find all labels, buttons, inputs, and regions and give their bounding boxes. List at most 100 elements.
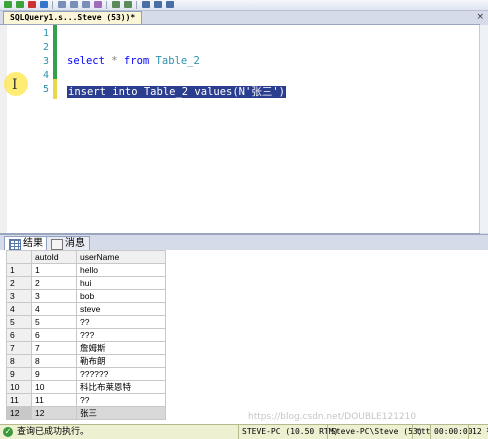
cell-autoid[interactable]: 10 bbox=[31, 380, 77, 394]
results-grid: autoId userName 1 1 hello 2 2 hui 3 3 bob 4 4 steve… bbox=[6, 250, 166, 420]
comment-icon[interactable] bbox=[112, 1, 120, 8]
table-row[interactable]: 10 10 科比布莱恩特 bbox=[6, 380, 166, 394]
tab-sqlquery1[interactable]: SQLQuery1.s...Steve (53))* bbox=[3, 11, 143, 25]
keyword-select: select bbox=[67, 55, 105, 67]
column-header[interactable]: autoId bbox=[31, 250, 77, 264]
ibeam-cursor-icon: I bbox=[12, 77, 18, 93]
cell-username[interactable]: ?????? bbox=[76, 367, 166, 381]
table-row[interactable]: 5 5?? bbox=[6, 315, 166, 329]
cell-username[interactable]: 科比布莱恩特 bbox=[76, 380, 166, 394]
cell-username[interactable]: steve bbox=[76, 302, 166, 316]
cell-username[interactable]: ?? bbox=[76, 315, 166, 329]
cell-autoid[interactable]: 4 bbox=[31, 302, 77, 316]
change-tracking-bar bbox=[53, 25, 57, 79]
table-row[interactable]: 11 11?? bbox=[6, 393, 166, 407]
uncomment-icon[interactable] bbox=[124, 1, 132, 8]
cell-autoid[interactable]: 2 bbox=[31, 276, 77, 290]
cell-autoid[interactable]: 5 bbox=[31, 315, 77, 329]
decrease-indent-icon[interactable] bbox=[142, 1, 150, 8]
row-header[interactable]: 12 bbox=[6, 406, 32, 420]
table-row[interactable]: 1 1 hello bbox=[6, 263, 166, 277]
table-row[interactable]: 8 8 勒布朗 bbox=[6, 354, 166, 368]
cell-autoid[interactable]: 12 bbox=[31, 406, 77, 420]
cell-autoid[interactable]: 3 bbox=[31, 289, 77, 303]
results-to-file-icon[interactable] bbox=[82, 1, 90, 8]
results-to-grid-icon[interactable] bbox=[70, 1, 78, 8]
cell-autoid[interactable]: 9 bbox=[31, 367, 77, 381]
status-time: 00:00:00 bbox=[430, 425, 473, 439]
cell-username[interactable]: hello bbox=[76, 263, 166, 277]
execute-icon[interactable] bbox=[4, 1, 12, 8]
keyword-from: from bbox=[123, 55, 150, 67]
row-header[interactable]: 7 bbox=[6, 341, 32, 355]
tab-results[interactable]: 结果 bbox=[4, 236, 48, 251]
column-header[interactable]: userName bbox=[76, 250, 166, 264]
estimated-plan-icon[interactable] bbox=[94, 1, 102, 8]
cell-username[interactable]: bob bbox=[76, 289, 166, 303]
row-header[interactable]: 4 bbox=[6, 302, 32, 316]
code-line-5[interactable]: insert into Table_2 values(N'张三') bbox=[67, 84, 286, 99]
cell-autoid[interactable]: 7 bbox=[31, 341, 77, 355]
table-row[interactable]: 6 6??? bbox=[6, 328, 166, 342]
operator-star: * bbox=[111, 55, 118, 67]
tab-results-label: 结果 bbox=[23, 238, 43, 249]
status-server: STEVE-PC (10.50 RTM) bbox=[238, 425, 338, 439]
table-row[interactable]: 2 2 hui bbox=[6, 276, 166, 290]
tab-title: SQLQuery1.s...Steve (53))* bbox=[10, 13, 136, 22]
cell-autoid[interactable]: 1 bbox=[31, 263, 77, 277]
status-rows: 12 行 bbox=[468, 425, 488, 439]
table-row[interactable]: 4 4 steve bbox=[6, 302, 166, 316]
cell-username[interactable]: 张三 bbox=[76, 406, 166, 420]
tab-messages-label: 消息 bbox=[65, 238, 85, 249]
tab-messages[interactable]: 消息 bbox=[46, 236, 90, 251]
table-row[interactable]: 9 9?????? bbox=[6, 367, 166, 381]
toolbar bbox=[0, 0, 488, 11]
table-name: Table_2 bbox=[155, 55, 200, 67]
line-number: 5 bbox=[42, 84, 49, 95]
cell-autoid[interactable]: 6 bbox=[31, 328, 77, 342]
status-bar: ✓ 查询已成功执行。 STEVE-PC (10.50 RTM) Steve-PC… bbox=[0, 424, 488, 439]
row-header[interactable]: 5 bbox=[6, 315, 32, 329]
vertical-scrollbar[interactable] bbox=[479, 25, 488, 233]
debug-icon[interactable] bbox=[16, 1, 24, 8]
query-editor[interactable]: 1 2 3 4 5 I select * from Table_2 insert… bbox=[0, 24, 488, 234]
close-icon[interactable]: × bbox=[476, 12, 484, 22]
line-number: 3 bbox=[42, 56, 49, 67]
status-message: 查询已成功执行。 bbox=[17, 427, 90, 437]
row-header[interactable]: 8 bbox=[6, 354, 32, 368]
row-header[interactable]: 11 bbox=[6, 393, 32, 407]
cell-username[interactable]: hui bbox=[76, 276, 166, 290]
toolbar-separator bbox=[52, 1, 53, 9]
grid-icon bbox=[9, 239, 21, 250]
row-header[interactable]: 9 bbox=[6, 367, 32, 381]
toolbar-separator bbox=[106, 1, 107, 9]
cell-autoid[interactable]: 11 bbox=[31, 393, 77, 407]
parse-icon[interactable] bbox=[40, 1, 48, 8]
table-row[interactable]: 12 12 张三 bbox=[6, 406, 166, 420]
table-row[interactable]: 7 7 詹姆斯 bbox=[6, 341, 166, 355]
results-to-text-icon[interactable] bbox=[58, 1, 66, 8]
cell-username[interactable]: ?? bbox=[76, 393, 166, 407]
code-line-3[interactable]: select * from Table_2 bbox=[67, 55, 200, 67]
document-tab-strip: SQLQuery1.s...Steve (53))* × bbox=[0, 11, 488, 25]
results-grid-pane: autoId userName 1 1 hello 2 2 hui 3 3 bob 4 4 steve… bbox=[0, 250, 488, 424]
row-header[interactable]: 10 bbox=[6, 380, 32, 394]
cell-username[interactable]: 勒布朗 bbox=[76, 354, 166, 368]
specify-values-icon[interactable] bbox=[166, 1, 174, 8]
row-header[interactable]: 6 bbox=[6, 328, 32, 342]
cell-username[interactable]: ??? bbox=[76, 328, 166, 342]
corner-cell[interactable] bbox=[6, 250, 32, 264]
status-database: ttt bbox=[412, 425, 430, 439]
cell-autoid[interactable]: 8 bbox=[31, 354, 77, 368]
results-tab-strip: 结果 消息 bbox=[0, 234, 488, 251]
row-header[interactable]: 3 bbox=[6, 289, 32, 303]
cell-username[interactable]: 詹姆斯 bbox=[76, 341, 166, 355]
line-number: 4 bbox=[42, 70, 49, 81]
row-header[interactable]: 1 bbox=[6, 263, 32, 277]
increase-indent-icon[interactable] bbox=[154, 1, 162, 8]
selected-insert-statement: insert into Table_2 values(N'张三') bbox=[67, 86, 286, 98]
stop-icon[interactable] bbox=[28, 1, 36, 8]
row-header[interactable]: 2 bbox=[6, 276, 32, 290]
toolbar-separator bbox=[136, 1, 137, 9]
table-row[interactable]: 3 3 bob bbox=[6, 289, 166, 303]
